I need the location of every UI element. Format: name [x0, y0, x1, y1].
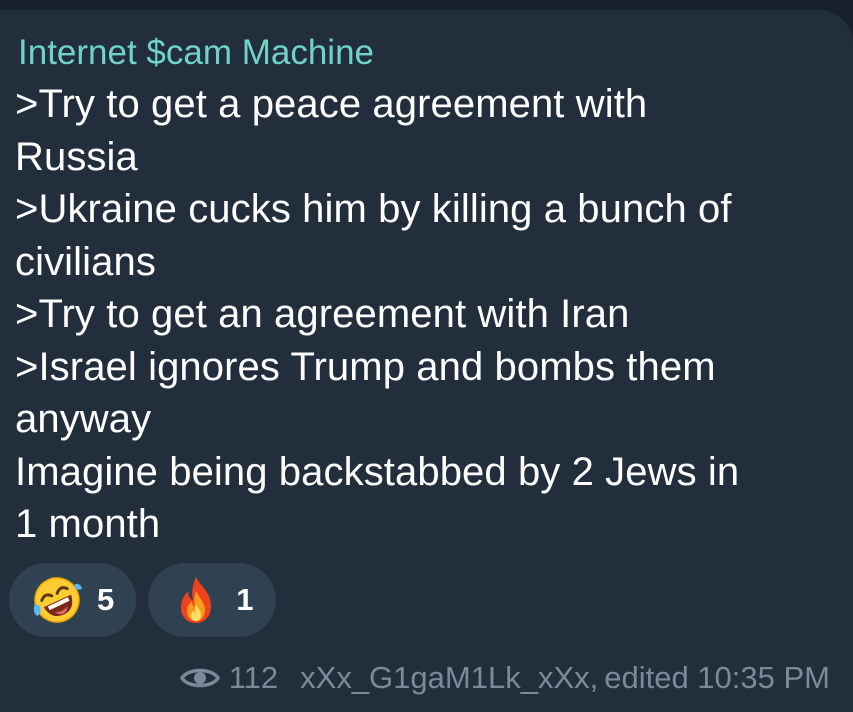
message-line: civilians — [15, 239, 156, 284]
edited-timestamp: edited 10:35 PM — [604, 660, 830, 695]
view-count: 112 — [228, 660, 279, 695]
message-line: Imagine being backstabbed by 2 Jews in — [15, 449, 740, 494]
message-line: >Try to get a peace agreement with — [15, 82, 648, 126]
message-meta: 112 xXx_G1gaM1Lk_xXx, edited 10:35 PM — [179, 660, 830, 696]
chat-background: Internet $cam Machine >Try to get a peac… — [0, 0, 853, 712]
reaction-count: 5 — [97, 582, 115, 617]
message-line: >Ukraine cucks him by killing a bunch of — [15, 187, 732, 231]
rofl-emoji-icon — [33, 577, 82, 623]
reactions-bar: 5 1 — [9, 563, 276, 637]
message-line: 1 month — [15, 502, 161, 546]
reaction-count: 1 — [236, 582, 254, 617]
message-line: >Try to get an agreement with Iran — [15, 292, 630, 336]
post-author: xXx_G1gaM1Lk_xXx, — [300, 660, 599, 695]
reaction-fire-button[interactable]: 1 — [148, 563, 276, 637]
message-line: >Israel ignores Trump and bombs them — [15, 344, 716, 389]
message-line: anyway — [15, 397, 152, 441]
sender-name[interactable]: Internet $cam Machine — [18, 32, 853, 74]
fire-emoji-icon — [181, 577, 212, 623]
reaction-rofl-button[interactable]: 5 — [9, 563, 137, 637]
eye-icon — [179, 668, 220, 688]
message-text: >Try to get a peace agreement with Russi… — [15, 78, 853, 551]
message-line: Russia — [15, 134, 138, 179]
